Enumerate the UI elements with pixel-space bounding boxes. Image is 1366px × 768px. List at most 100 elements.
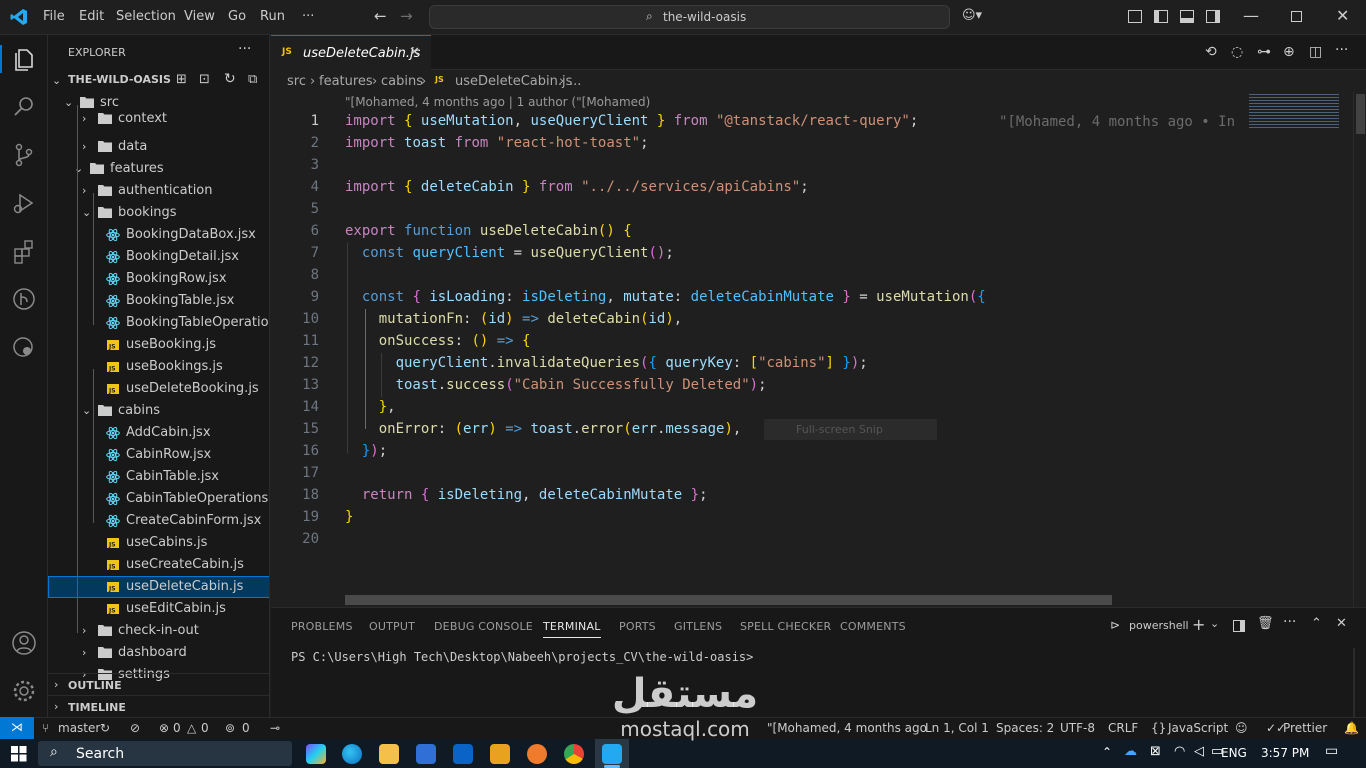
- breadcrumb-symbol[interactable]: ...: [569, 74, 581, 89]
- more-editor-actions-icon[interactable]: ···: [1335, 42, 1348, 58]
- onedrive-icon[interactable]: ☁: [1124, 744, 1137, 759]
- new-file-icon[interactable]: ⊞: [176, 72, 187, 87]
- tree-file[interactable]: JS useCreateCabin.js: [48, 554, 269, 576]
- chrome-icon[interactable]: [564, 744, 584, 764]
- terminal-prompt[interactable]: PS C:\Users\High Tech\Desktop\Nabeeh\pro…: [291, 650, 753, 664]
- notification-center-icon[interactable]: ▭: [1325, 743, 1338, 759]
- tab-output[interactable]: OUTPUT: [369, 620, 415, 633]
- menu-go[interactable]: Go: [228, 9, 246, 24]
- ports-count[interactable]: 0: [242, 721, 250, 735]
- minimap[interactable]: [1241, 92, 1351, 607]
- tree-file[interactable]: BookingDataBox.jsx: [48, 224, 269, 246]
- horizontal-scrollbar[interactable]: [345, 595, 1112, 605]
- remote-indicator[interactable]: ⋊: [0, 717, 34, 739]
- menu-selection[interactable]: Selection: [116, 9, 176, 24]
- tree-folder[interactable]: ⌄ cabins: [48, 400, 269, 422]
- vertical-scrollbar[interactable]: [1353, 92, 1366, 607]
- previous-change-icon[interactable]: ◌: [1231, 44, 1243, 60]
- clock-time[interactable]: 3:57 PM: [1261, 746, 1309, 760]
- breadcrumb-features[interactable]: features: [319, 74, 373, 89]
- tree-file[interactable]: CabinRow.jsx: [48, 444, 269, 466]
- copilot-icon[interactable]: ☺▾: [962, 8, 982, 23]
- code-editor[interactable]: "[Mohamed, 4 months ago | 1 author ("[Mo…: [271, 92, 1241, 607]
- breadcrumb-file[interactable]: useDeleteCabin.js: [455, 74, 572, 89]
- more-actions-icon[interactable]: ···: [238, 41, 251, 57]
- trash-icon[interactable]: 🗑: [1257, 616, 1274, 631]
- restore-icon[interactable]: [1291, 11, 1302, 22]
- indentation[interactable]: Spaces: 2: [996, 721, 1054, 735]
- prettier-status[interactable]: Prettier: [1283, 721, 1327, 735]
- file-explorer-icon[interactable]: [379, 744, 399, 764]
- tree-folder[interactable]: › data: [48, 136, 269, 158]
- shell-name[interactable]: powershell: [1129, 619, 1189, 632]
- tree-folder[interactable]: › dashboard: [48, 642, 269, 664]
- accounts-icon[interactable]: [10, 629, 38, 657]
- extensions-icon[interactable]: [10, 237, 38, 265]
- remote-explorer-icon[interactable]: [10, 333, 38, 361]
- split-terminal-icon[interactable]: [1233, 620, 1245, 632]
- timeline-section[interactable]: › TIMELINE: [48, 695, 269, 717]
- chevron-down-icon[interactable]: ⌄: [1210, 617, 1219, 630]
- tab-ports[interactable]: PORTS: [619, 620, 656, 633]
- tab-comments[interactable]: COMMENTS: [840, 620, 906, 633]
- next-change-icon[interactable]: ⊶: [1257, 44, 1271, 60]
- tree-file[interactable]: BookingDetail.jsx: [48, 246, 269, 268]
- collapse-all-icon[interactable]: ⧉: [248, 72, 257, 87]
- tree-file[interactable]: JS useBooking.js: [48, 334, 269, 356]
- minimize-icon[interactable]: —: [1243, 6, 1259, 25]
- tree-file[interactable]: CreateCabinForm.jsx: [48, 510, 269, 532]
- tree-folder[interactable]: › authentication: [48, 180, 269, 202]
- language-mode[interactable]: JavaScript: [1168, 721, 1228, 735]
- tree-file[interactable]: JS useEditCabin.js: [48, 598, 269, 620]
- tree-file[interactable]: JS useDeleteBooking.js: [48, 378, 269, 400]
- tab-problems[interactable]: PROBLEMS: [291, 620, 353, 633]
- manage-gear-icon[interactable]: [10, 677, 38, 705]
- tree-file[interactable]: BookingRow.jsx: [48, 268, 269, 290]
- tree-folder[interactable]: ⌄ bookings: [48, 202, 269, 224]
- search-icon[interactable]: [10, 93, 38, 121]
- forward-arrow-icon[interactable]: →: [400, 7, 413, 25]
- blame-status[interactable]: "[Mohamed, 4 months ago: [767, 721, 927, 735]
- menu-more[interactable]: ···: [302, 9, 314, 24]
- back-arrow-icon[interactable]: ←: [374, 7, 387, 25]
- codelens-blame[interactable]: "[Mohamed, 4 months ago | 1 author ("[Mo…: [345, 95, 650, 109]
- publish-icon[interactable]: ⊘: [130, 721, 140, 735]
- tree-folder[interactable]: › context: [48, 108, 269, 130]
- new-folder-icon[interactable]: ⊡: [199, 72, 210, 87]
- tree-file[interactable]: AddCabin.jsx: [48, 422, 269, 444]
- tree-folder[interactable]: › check-in-out: [48, 620, 269, 642]
- scrollbar-thumb[interactable]: [1356, 94, 1365, 134]
- app-badge-icon[interactable]: [490, 744, 510, 764]
- edge-browser-icon[interactable]: [342, 744, 362, 764]
- explorer-icon[interactable]: [10, 45, 38, 73]
- sync-icon[interactable]: ↻: [100, 721, 110, 735]
- menu-view[interactable]: View: [184, 9, 215, 24]
- menu-run[interactable]: Run: [260, 9, 285, 24]
- refresh-icon[interactable]: ↻: [224, 71, 236, 87]
- toggle-secondary-sidebar-icon[interactable]: [1206, 10, 1220, 23]
- close-window-icon[interactable]: ✕: [1336, 6, 1349, 25]
- tab-terminal[interactable]: TERMINAL: [543, 620, 601, 638]
- outlook-icon[interactable]: [453, 744, 473, 764]
- split-editor-icon[interactable]: ◫: [1309, 44, 1322, 60]
- bell-small-icon[interactable]: ⊸: [270, 721, 280, 735]
- toggle-panel-icon[interactable]: [1180, 10, 1194, 23]
- workspace-header[interactable]: ⌄ THE-WILD-OASIS ⊞ ⊡ ↻ ⧉: [48, 70, 269, 92]
- tree-file[interactable]: BookingTableOperatio...: [48, 312, 269, 334]
- customize-layout-icon[interactable]: [1128, 10, 1142, 23]
- outline-section[interactable]: › OUTLINE: [48, 673, 269, 695]
- tree-file[interactable]: CabinTable.jsx: [48, 466, 269, 488]
- close-tab-icon[interactable]: ✕: [409, 45, 420, 60]
- tree-file[interactable]: CabinTableOperations.j...: [48, 488, 269, 510]
- tree-file[interactable]: JS useBookings.js: [48, 356, 269, 378]
- copilot-app-icon[interactable]: [306, 744, 326, 764]
- more-actions-icon[interactable]: ···: [1283, 614, 1296, 630]
- tree-file[interactable]: BookingTable.jsx: [48, 290, 269, 312]
- windows-start-icon[interactable]: [11, 746, 27, 762]
- git-graph-icon[interactable]: [10, 285, 38, 313]
- wifi-icon[interactable]: ◠: [1174, 744, 1185, 759]
- store-icon[interactable]: [416, 744, 436, 764]
- maximize-panel-icon[interactable]: ⌃: [1311, 616, 1322, 631]
- toggle-sidebar-icon[interactable]: [1154, 10, 1168, 23]
- command-center-search[interactable]: ⌕ the-wild-oasis: [429, 5, 950, 29]
